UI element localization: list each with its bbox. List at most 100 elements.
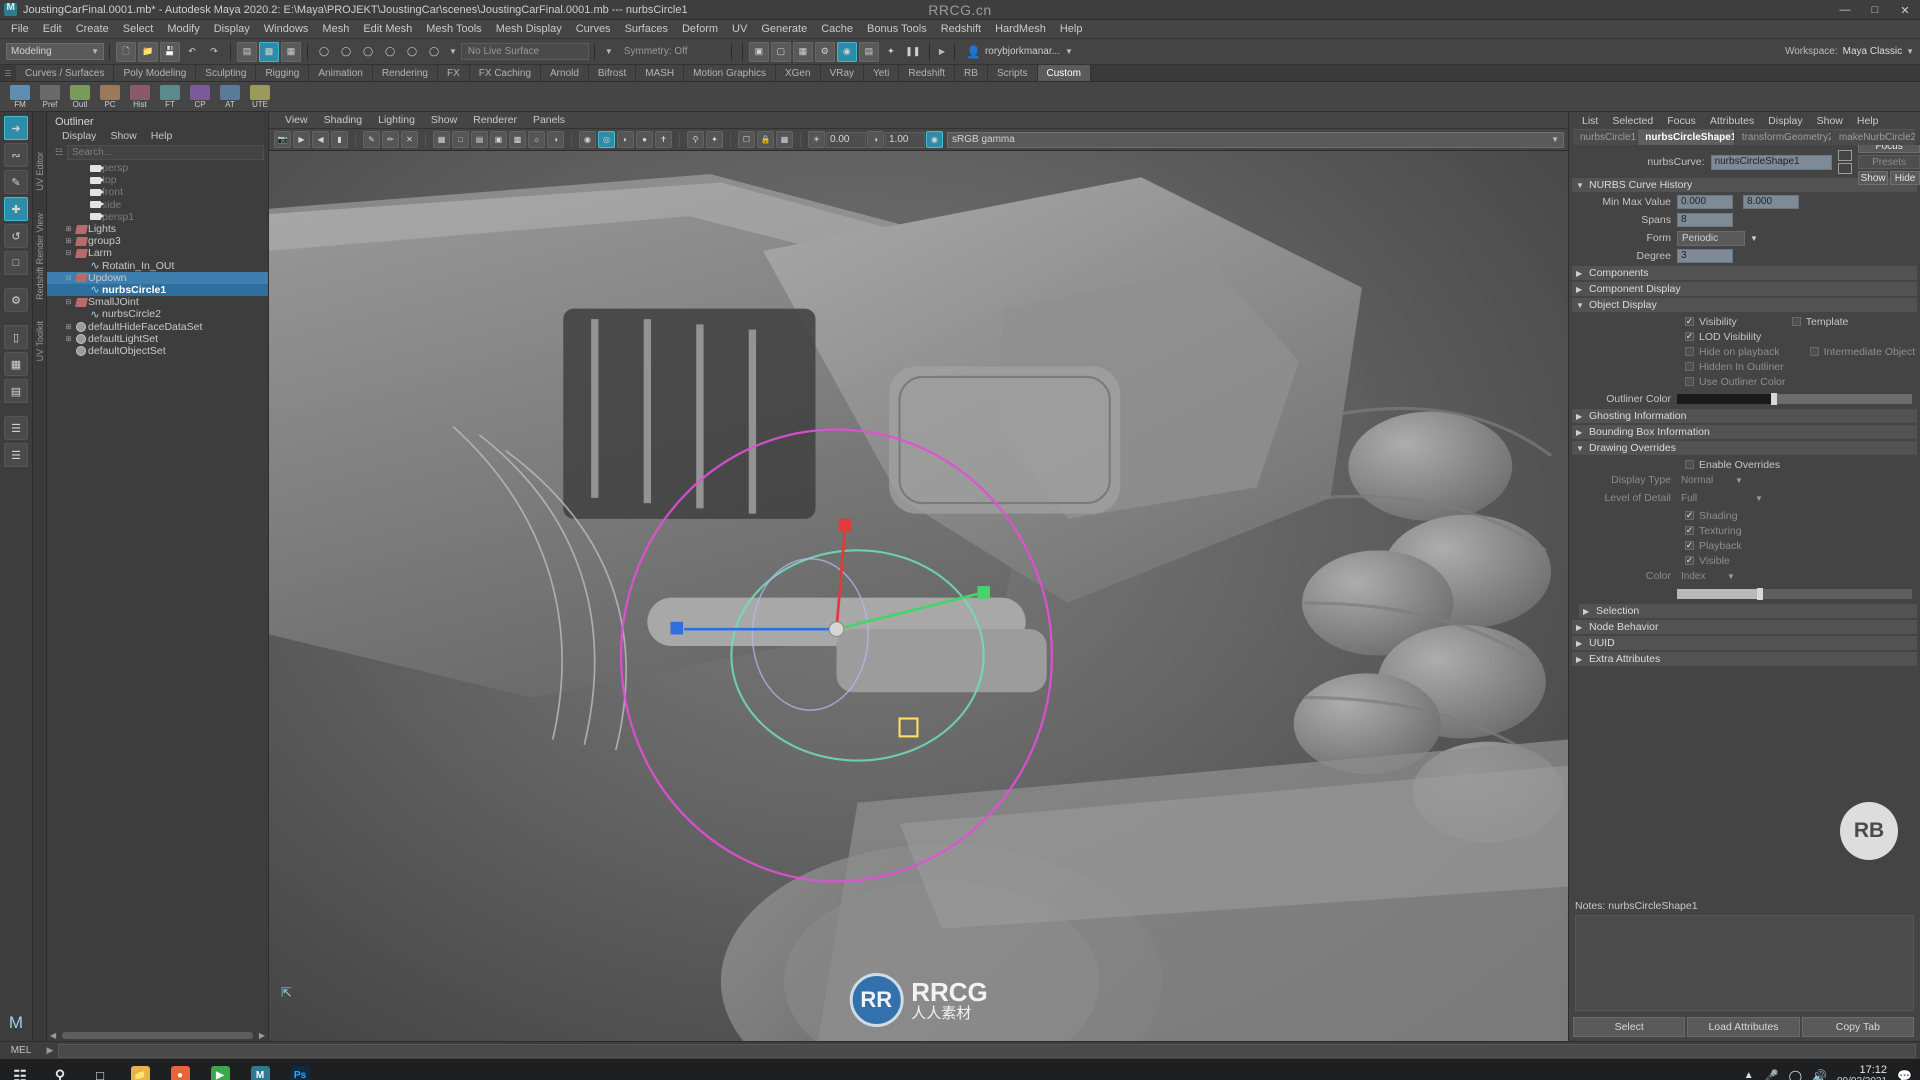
render-view-button[interactable]: ▤ bbox=[858, 41, 879, 62]
shelf-icon-at[interactable]: AT bbox=[216, 84, 244, 110]
exposure-field[interactable]: 0.00 bbox=[826, 131, 866, 148]
visible-checkbox[interactable] bbox=[1685, 556, 1694, 565]
shelf-tab-yeti[interactable]: Yeti bbox=[864, 65, 900, 81]
node-in-icon[interactable] bbox=[1838, 150, 1853, 161]
gamma-field[interactable]: 1.00 bbox=[885, 131, 925, 148]
close-button[interactable]: ✕ bbox=[1890, 0, 1920, 20]
shelf-icon-cp[interactable]: CP bbox=[186, 84, 214, 110]
firefox-icon[interactable]: ● bbox=[160, 1059, 200, 1080]
menuset-dropdown[interactable]: Modeling ▼ bbox=[6, 43, 104, 60]
hide-button[interactable]: Hide bbox=[1890, 171, 1920, 185]
two-d-pan-zoom-icon[interactable]: ✎ bbox=[363, 131, 380, 148]
open-scene-button[interactable]: 📁 bbox=[138, 41, 158, 62]
outliner-item[interactable]: persp bbox=[47, 162, 268, 174]
enable-overrides-checkbox[interactable] bbox=[1685, 460, 1694, 469]
select-tool[interactable]: ➜ bbox=[4, 116, 28, 140]
shading-checkbox[interactable] bbox=[1685, 511, 1694, 520]
sidebar-tab-uv-toolkit[interactable]: UV Toolkit bbox=[35, 321, 45, 361]
section-components[interactable]: ▶ Components bbox=[1572, 266, 1917, 280]
snap-point-icon[interactable]: ◯ bbox=[358, 42, 378, 62]
show-button[interactable]: Show bbox=[1858, 171, 1889, 185]
texture-icon[interactable]: ▩ bbox=[509, 131, 526, 148]
menu-deform[interactable]: Deform bbox=[675, 20, 725, 39]
section-extra-attributes[interactable]: ▶ Extra Attributes bbox=[1572, 652, 1917, 666]
menu-uv[interactable]: UV bbox=[725, 20, 754, 39]
form-dropdown[interactable]: Periodic bbox=[1677, 230, 1745, 246]
menu-mesh-tools[interactable]: Mesh Tools bbox=[419, 20, 488, 39]
tray-microphone-icon[interactable]: 🎤 bbox=[1764, 1069, 1779, 1080]
shelf-tab-custom[interactable]: Custom bbox=[1037, 65, 1091, 81]
viewport-3d[interactable]: ⇱ RR RRCG 人人素材 bbox=[269, 151, 1568, 1041]
menu-help[interactable]: Help bbox=[1053, 20, 1090, 39]
minimize-button[interactable]: — bbox=[1830, 0, 1860, 20]
shelf-icon-outl[interactable]: Outl bbox=[66, 84, 94, 110]
shelf-tab-rigging[interactable]: Rigging bbox=[256, 65, 310, 81]
maya-taskbar-icon[interactable]: M bbox=[240, 1059, 280, 1080]
menu-mesh[interactable]: Mesh bbox=[315, 20, 356, 39]
last-tool[interactable]: ⚙ bbox=[4, 288, 28, 312]
node-out-icon[interactable] bbox=[1838, 163, 1853, 174]
visibility-checkbox[interactable] bbox=[1685, 317, 1694, 326]
shelf-tab-poly-modeling[interactable]: Poly Modeling bbox=[114, 65, 197, 81]
sidebar-tab-uv-editor[interactable]: UV Editor bbox=[35, 152, 45, 191]
tray-volume-icon[interactable]: 🔊 bbox=[1812, 1069, 1827, 1080]
outliner-item[interactable]: ⊞ group3 bbox=[47, 235, 268, 247]
rotate-tool[interactable]: ↺ bbox=[4, 224, 28, 248]
smooth-shade-selected-icon[interactable]: ▤ bbox=[471, 131, 488, 148]
scale-tool[interactable]: □ bbox=[4, 251, 28, 275]
media-player-icon[interactable]: ▶ bbox=[200, 1059, 240, 1080]
wireframe-icon[interactable]: ▦ bbox=[433, 131, 450, 148]
expand-icon[interactable]: ⊞ bbox=[63, 323, 74, 331]
start-button[interactable]: ☷ bbox=[0, 1059, 40, 1080]
section-component-display[interactable]: ▶ Component Display bbox=[1572, 282, 1917, 296]
menu-redshift[interactable]: Redshift bbox=[934, 20, 988, 39]
attr-button-load-attributes[interactable]: Load Attributes bbox=[1687, 1017, 1800, 1037]
use-outliner-color-checkbox[interactable] bbox=[1685, 377, 1694, 386]
chevron-down-icon[interactable]: ▼ bbox=[1906, 47, 1914, 56]
color-dropdown[interactable]: Index bbox=[1677, 569, 1727, 584]
section-bounding-box-information[interactable]: ▶ Bounding Box Information bbox=[1572, 425, 1917, 439]
select-component-button[interactable]: ▦ bbox=[281, 41, 301, 62]
command-history-icon[interactable]: ▶ bbox=[42, 1045, 58, 1056]
persp-outliner-layout[interactable]: ▤ bbox=[4, 379, 28, 403]
outliner-item[interactable]: defaultObjectSet bbox=[47, 345, 268, 357]
xray-active-components-icon[interactable]: ✦ bbox=[706, 131, 723, 148]
wireframe-on-shaded-icon[interactable]: ▣ bbox=[490, 131, 507, 148]
viewport-menu-view[interactable]: View bbox=[277, 114, 316, 126]
scroll-right-icon[interactable]: ▶ bbox=[259, 1031, 268, 1040]
section-object-display[interactable]: ▼ Object Display bbox=[1572, 298, 1917, 312]
lock-camera-icon[interactable]: 🔒 bbox=[757, 131, 774, 148]
bookmark-camera-icon[interactable]: ◀ bbox=[312, 131, 329, 148]
multisample-icon[interactable]: ◐ bbox=[617, 131, 634, 148]
expand-icon[interactable]: ⊞ bbox=[63, 237, 74, 245]
attr-menu-display[interactable]: Display bbox=[1761, 115, 1809, 127]
shelf-tab-mash[interactable]: MASH bbox=[636, 65, 685, 81]
playback-checkbox[interactable] bbox=[1685, 541, 1694, 550]
tray-chevron-up-icon[interactable]: ▲ bbox=[1744, 1070, 1754, 1080]
render-sequence-button[interactable]: ▦ bbox=[792, 41, 813, 62]
menu-surfaces[interactable]: Surfaces bbox=[618, 20, 675, 39]
attr-button-copy-tab[interactable]: Copy Tab bbox=[1801, 1017, 1914, 1037]
spans-field[interactable]: 8 bbox=[1677, 213, 1733, 227]
node-name-field[interactable]: nurbsCircleShape1 bbox=[1710, 154, 1833, 170]
section-ghosting-information[interactable]: ▶ Ghosting Information bbox=[1572, 409, 1917, 423]
pause-render-button[interactable]: ❚❚ bbox=[903, 42, 923, 62]
command-input[interactable] bbox=[58, 1043, 1916, 1058]
attr-menu-attributes[interactable]: Attributes bbox=[1703, 115, 1761, 127]
image-plane-icon[interactable]: ▮ bbox=[331, 131, 348, 148]
expand-icon[interactable]: ⊞ bbox=[63, 335, 74, 343]
outliner-menu-help[interactable]: Help bbox=[144, 130, 180, 142]
viewport-menu-show[interactable]: Show bbox=[423, 114, 465, 126]
focus-button[interactable]: Focus bbox=[1858, 145, 1920, 153]
menu-hardmesh[interactable]: HardMesh bbox=[988, 20, 1053, 39]
attr-menu-list[interactable]: List bbox=[1575, 115, 1605, 127]
attr-tab-nurbscircle1[interactable]: nurbsCircle1 bbox=[1573, 129, 1638, 145]
menu-curves[interactable]: Curves bbox=[569, 20, 618, 39]
snap-curve-icon[interactable]: ◯ bbox=[336, 42, 356, 62]
outliner-item[interactable]: top bbox=[47, 174, 268, 186]
snap-projectcenter-icon[interactable]: ◯ bbox=[380, 42, 400, 62]
attr-tab-makenurbcircle2[interactable]: makeNurbCircle2 bbox=[1831, 129, 1915, 145]
render-current-frame-button[interactable]: ▣ bbox=[748, 41, 769, 62]
menu-edit[interactable]: Edit bbox=[36, 20, 69, 39]
menu-mesh-display[interactable]: Mesh Display bbox=[489, 20, 569, 39]
